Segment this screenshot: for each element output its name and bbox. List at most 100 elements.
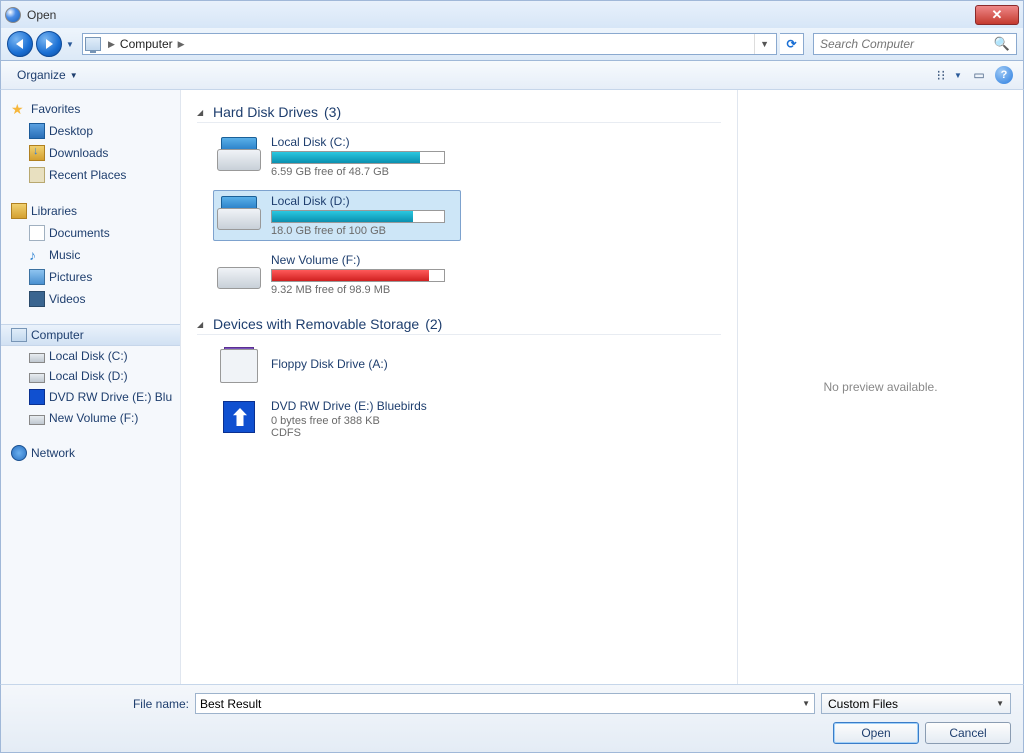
sidebar-label: Network xyxy=(31,446,75,460)
sidebar-item-label: Desktop xyxy=(49,124,93,138)
capacity-bar xyxy=(271,210,445,223)
filetype-select[interactable]: Custom Files ▼ xyxy=(821,693,1011,714)
collapse-icon[interactable]: ◢ xyxy=(197,320,207,329)
cancel-button[interactable]: Cancel xyxy=(925,722,1011,744)
filetype-label: Custom Files xyxy=(828,697,898,711)
preview-pane: No preview available. xyxy=(737,90,1023,684)
filename-combo[interactable]: ▼ xyxy=(195,693,815,714)
view-button[interactable]: ⁝⁝ xyxy=(929,64,953,86)
sidebar-item-dvd[interactable]: DVD RW Drive (E:) Blu xyxy=(1,386,180,408)
sidebar-item-volume-f[interactable]: New Volume (F:) xyxy=(1,408,180,428)
hdd-icon xyxy=(29,353,45,363)
recent-icon xyxy=(29,167,45,183)
help-button[interactable]: ? xyxy=(995,66,1013,84)
chevron-right-icon[interactable]: ▶ xyxy=(105,39,118,50)
forward-button[interactable] xyxy=(36,31,62,57)
drive-fs: CDFS xyxy=(271,427,457,439)
chevron-down-icon: ▼ xyxy=(996,699,1004,708)
downloads-icon xyxy=(29,145,45,161)
view-dropdown[interactable]: ▼ xyxy=(953,62,963,88)
section-hdd[interactable]: ◢ Hard Disk Drives (3) xyxy=(197,104,721,123)
sidebar-favorites[interactable]: ★Favorites xyxy=(1,98,180,120)
organize-label: Organize xyxy=(17,68,66,82)
sidebar-item-recent[interactable]: Recent Places xyxy=(1,164,180,186)
sidebar-item-label: Pictures xyxy=(49,270,92,284)
history-dropdown[interactable]: ▼ xyxy=(65,31,75,57)
drive-free: 6.59 GB free of 48.7 GB xyxy=(271,166,457,178)
sidebar-item-label: Music xyxy=(49,248,80,262)
hdd-icon xyxy=(29,373,45,383)
close-button[interactable]: ✕ xyxy=(975,5,1019,25)
back-button[interactable] xyxy=(7,31,33,57)
sidebar-label: Favorites xyxy=(31,102,80,116)
sidebar-item-label: Local Disk (D:) xyxy=(49,369,128,383)
search-icon[interactable]: 🔍 xyxy=(994,36,1010,52)
pictures-icon xyxy=(29,269,45,285)
drive-name: New Volume (F:) xyxy=(271,253,457,267)
sidebar-network[interactable]: Network xyxy=(1,442,180,464)
music-icon: ♪ xyxy=(29,247,45,263)
sidebar-libraries[interactable]: Libraries xyxy=(1,200,180,222)
drive-name: Local Disk (C:) xyxy=(271,135,457,149)
desktop-icon xyxy=(29,123,45,139)
hdd-icon xyxy=(217,253,261,289)
sidebar-item-pictures[interactable]: Pictures xyxy=(1,266,180,288)
filename-input[interactable] xyxy=(200,697,802,711)
chevron-right-icon[interactable]: ▶ xyxy=(175,39,188,50)
sidebar-item-downloads[interactable]: Downloads xyxy=(1,142,180,164)
address-dropdown[interactable]: ▼ xyxy=(754,34,774,54)
sidebar-item-label: Documents xyxy=(49,226,110,240)
capacity-bar xyxy=(271,151,445,164)
sidebar-item-music[interactable]: ♪ Music xyxy=(1,244,180,266)
address-bar[interactable]: ▶ Computer ▶ ▼ xyxy=(82,33,777,55)
refresh-button[interactable]: ⟳ xyxy=(780,33,804,55)
drive-local-c[interactable]: Local Disk (C:) 6.59 GB free of 48.7 GB xyxy=(213,131,461,182)
sidebar-item-local-d[interactable]: Local Disk (D:) xyxy=(1,366,180,386)
app-icon xyxy=(5,7,21,23)
organize-menu[interactable]: Organize ▼ xyxy=(11,65,84,85)
sidebar-item-documents[interactable]: Documents xyxy=(1,222,180,244)
search-box[interactable]: 🔍 xyxy=(813,33,1017,55)
window-title: Open xyxy=(27,8,56,22)
drive-dvd-e[interactable]: DVD RW Drive (E:) Bluebirds 0 bytes free… xyxy=(213,395,461,443)
drive-volume-f[interactable]: New Volume (F:) 9.32 MB free of 98.9 MB xyxy=(213,249,461,300)
videos-icon xyxy=(29,291,45,307)
toolbar: Organize ▼ ⁝⁝ ▼ ▭ ? xyxy=(0,60,1024,90)
button-label: Open xyxy=(861,726,890,740)
computer-icon xyxy=(85,37,101,51)
main-area: ★Favorites Desktop Downloads Recent Plac… xyxy=(0,90,1024,684)
collapse-icon[interactable]: ◢ xyxy=(197,108,207,117)
drive-free: 0 bytes free of 388 KB xyxy=(271,415,457,427)
section-count: (3) xyxy=(324,104,341,120)
sidebar-item-label: Videos xyxy=(49,292,85,306)
filename-label: File name: xyxy=(13,697,189,711)
sidebar-item-local-c[interactable]: Local Disk (C:) xyxy=(1,346,180,366)
dvd-icon xyxy=(217,399,261,435)
drive-local-d[interactable]: Local Disk (D:) 18.0 GB free of 100 GB xyxy=(213,190,461,241)
sidebar-label: Libraries xyxy=(31,204,77,218)
section-removable[interactable]: ◢ Devices with Removable Storage (2) xyxy=(197,316,721,335)
sidebar-label: Computer xyxy=(31,328,84,342)
nav-sidebar: ★Favorites Desktop Downloads Recent Plac… xyxy=(1,90,181,684)
libraries-icon xyxy=(11,203,27,219)
preview-pane-button[interactable]: ▭ xyxy=(967,64,991,86)
bottom-panel: File name: ▼ Custom Files ▼ Open Cancel xyxy=(0,684,1024,753)
preview-empty-text: No preview available. xyxy=(823,380,937,394)
drive-name: DVD RW Drive (E:) Bluebirds xyxy=(271,399,457,413)
sidebar-item-videos[interactable]: Videos xyxy=(1,288,180,310)
sidebar-item-label: New Volume (F:) xyxy=(49,411,138,425)
hdd-icon xyxy=(217,135,261,171)
sidebar-item-label: Recent Places xyxy=(49,168,126,182)
sidebar-item-desktop[interactable]: Desktop xyxy=(1,120,180,142)
drive-floppy-a[interactable]: Floppy Disk Drive (A:) xyxy=(213,343,461,387)
content-pane: ◢ Hard Disk Drives (3) Local Disk (C:) 6… xyxy=(181,90,737,684)
section-count: (2) xyxy=(425,316,442,332)
section-title: Devices with Removable Storage xyxy=(213,316,419,332)
chevron-down-icon[interactable]: ▼ xyxy=(802,699,810,708)
breadcrumb[interactable]: Computer xyxy=(118,37,175,51)
sidebar-computer[interactable]: Computer xyxy=(1,324,180,346)
search-input[interactable] xyxy=(820,37,994,51)
open-button[interactable]: Open xyxy=(833,722,919,744)
sidebar-item-label: Downloads xyxy=(49,146,108,160)
sidebar-item-label: DVD RW Drive (E:) Blu xyxy=(49,390,172,404)
